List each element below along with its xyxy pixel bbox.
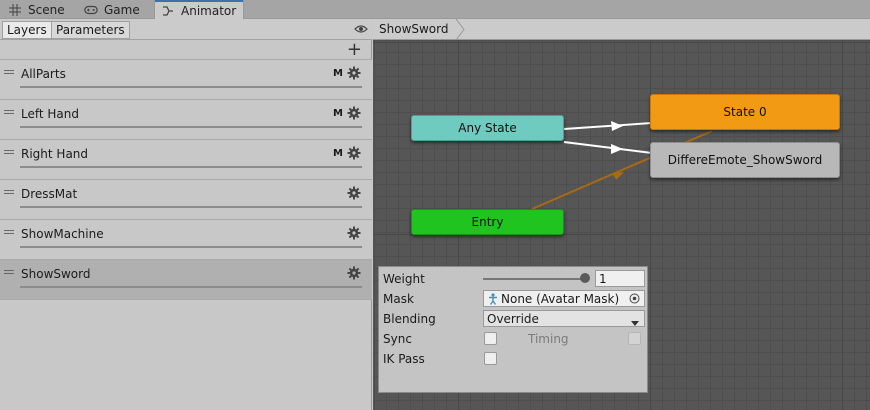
blending-label: Blending	[383, 312, 436, 326]
mask-field[interactable]: None (Avatar Mask)	[483, 290, 645, 307]
transition-arrow-icon	[611, 144, 623, 154]
emote-state-node[interactable]: DiffereEmote_ShowSword	[650, 142, 840, 178]
timing-label: Timing	[528, 332, 569, 346]
entry-node[interactable]: Entry	[411, 209, 564, 235]
sync-checkbox[interactable]	[484, 332, 497, 345]
transition-arrow-icon	[612, 172, 624, 180]
mask-label: Mask	[383, 292, 414, 306]
weight-slider-knob[interactable]	[580, 273, 590, 283]
transition-anystate-emote[interactable]	[563, 141, 653, 154]
timing-checkbox[interactable]	[628, 332, 641, 345]
chevron-down-icon	[631, 316, 639, 326]
transition-arrow-icon	[611, 121, 623, 131]
object-picker-icon[interactable]	[629, 293, 640, 304]
weight-label: Weight	[383, 272, 425, 286]
ikpass-checkbox[interactable]	[484, 352, 497, 365]
sync-label: Sync	[383, 332, 412, 346]
any-state-node[interactable]: Any State	[411, 115, 564, 141]
blending-dropdown[interactable]: Override	[483, 310, 645, 327]
mask-value: None (Avatar Mask)	[501, 291, 620, 306]
layer-settings-popup: Weight 1 Mask None (Avatar Mask) Blendin…	[378, 266, 648, 393]
blending-value: Override	[487, 311, 539, 326]
avatar-mask-icon	[487, 292, 499, 305]
state0-node[interactable]: State 0	[650, 94, 840, 130]
transition-anystate-state0[interactable]	[563, 122, 653, 130]
ikpass-label: IK Pass	[383, 352, 425, 366]
weight-slider-track[interactable]	[483, 278, 586, 280]
weight-field[interactable]: 1	[595, 270, 645, 287]
